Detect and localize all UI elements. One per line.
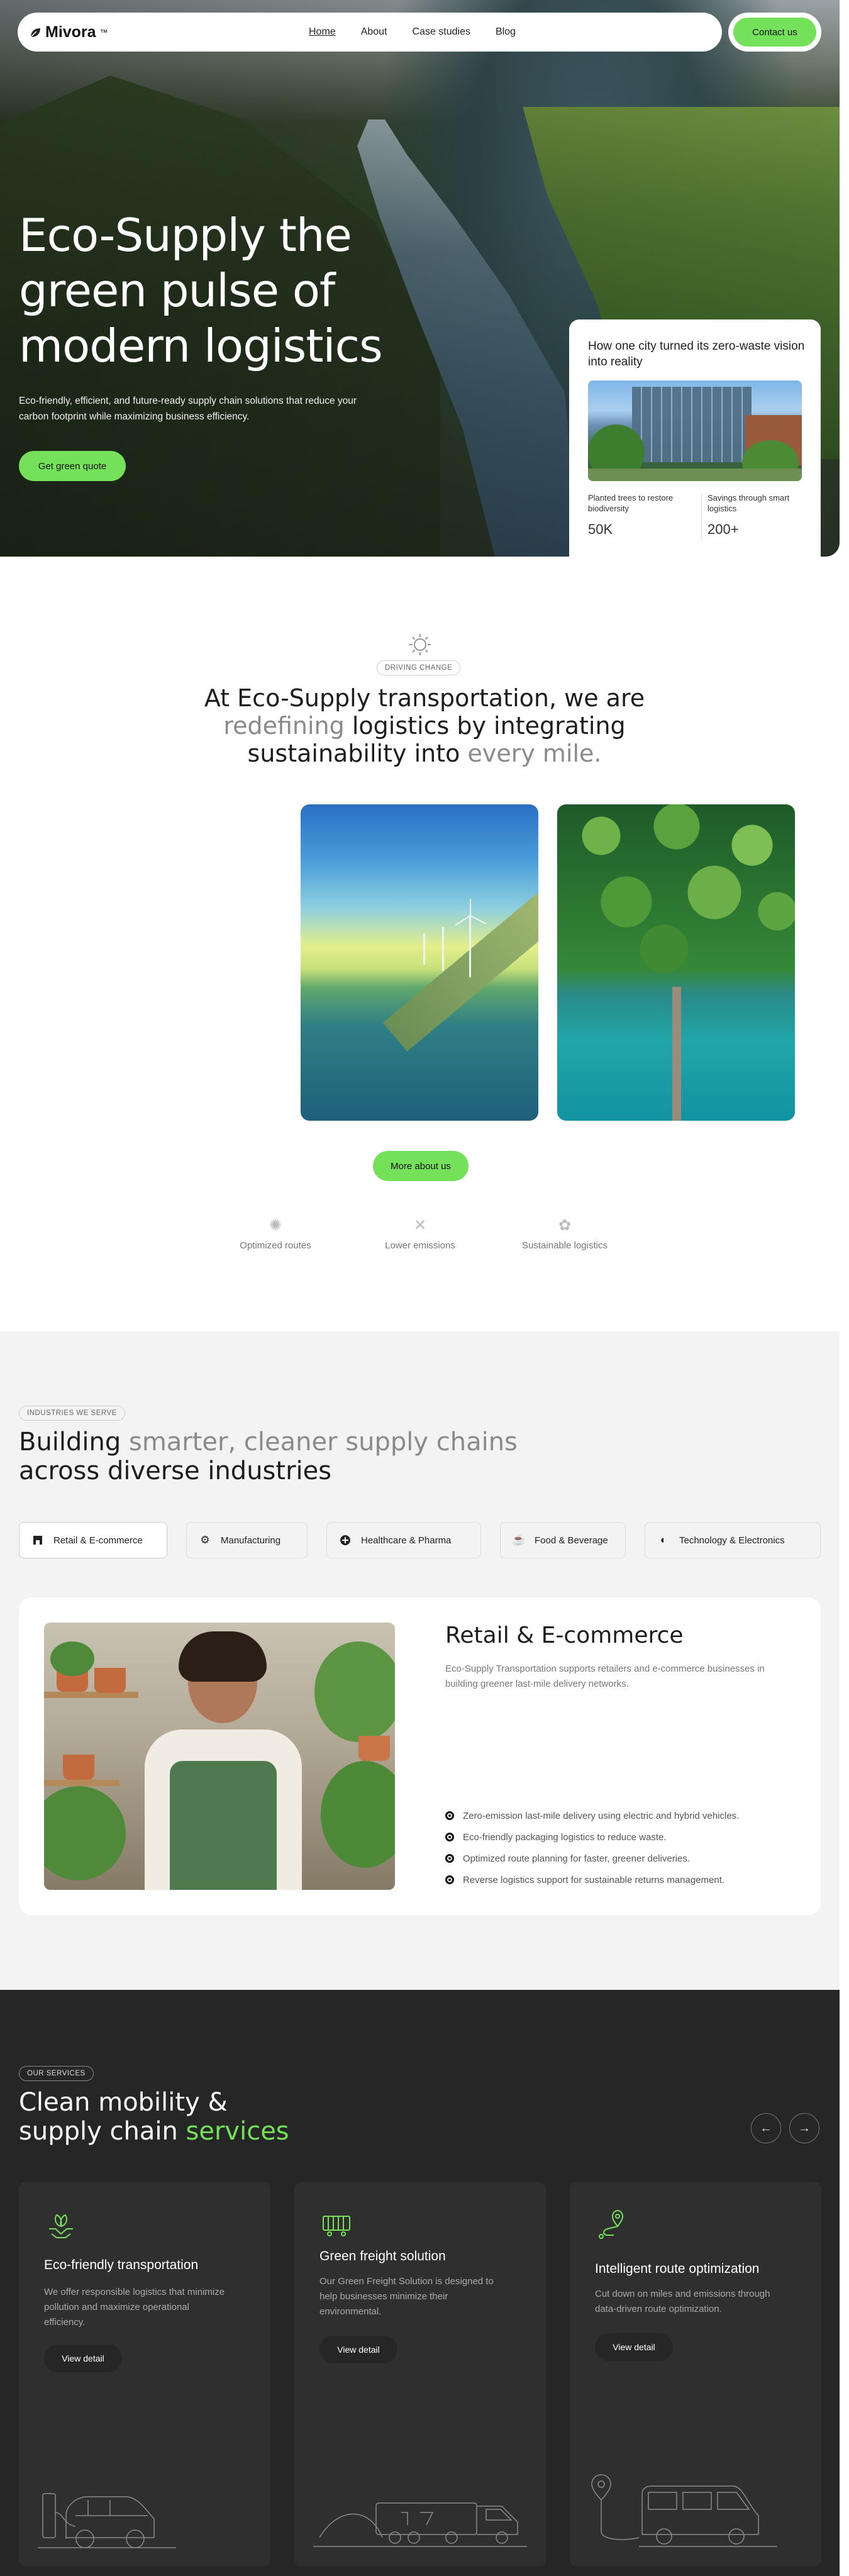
feature-sustainable-logistics: ✿ Sustainable logistics [522,1217,608,1252]
cross-arrows-icon: ✕ [413,1217,427,1234]
leaf-hands-icon [49,2214,73,2238]
more-about-us-button[interactable]: More about us [373,1151,469,1181]
hero-section: Mivora ™ Home About Case studies Blog Con… [0,0,840,557]
service-description: Our Green Freight Solution is designed t… [319,2276,494,2317]
tab-food[interactable]: ☕ Food & Beverage [500,1522,626,1558]
driving-change-pill: DRIVING CHANGE [377,660,461,675]
health-icon [338,1533,352,1547]
about-title: At Eco-Supply transportation, we are red… [204,684,645,767]
view-detail-button[interactable]: View detail [319,2336,397,2363]
chip-icon: ◐ [660,1534,667,1546]
industry-bullets: Zero-emission last-mile delivery using e… [445,1805,797,1890]
view-detail-button[interactable]: View detail [595,2333,673,2361]
services-pill: OUR SERVICES [19,2066,94,2081]
van-illustration [591,2474,777,2547]
wind-turbines-image [301,804,538,1121]
brand-logo[interactable]: Mivora ™ [29,23,108,42]
nav-link-home[interactable]: Home [309,26,336,38]
list-item: Zero-emission last-mile delivery using e… [445,1805,797,1826]
store-icon [31,1533,45,1547]
services-title: Clean mobility & supply chain services [19,2088,289,2146]
industries-title: Building smarter, cleaner supply chains … [19,1428,518,1485]
case-study-title: How one city turned its zero-waste visio… [588,340,805,369]
food-icon: ☕ [512,1534,526,1546]
industry-description: Eco-Supply Transportation supports retai… [445,1663,765,1689]
service-title: Eco-friendly transportation [44,2258,199,2272]
navbar: Mivora ™ Home About Case studies Blog [18,13,722,52]
list-item: Reverse logistics support for sustainabl… [445,1869,797,1890]
flower-icon: ✿ [558,1217,572,1234]
tab-healthcare[interactable]: Healthcare & Pharma [326,1522,481,1558]
view-detail-button[interactable]: View detail [44,2345,122,2372]
forest-lake-image [557,804,795,1121]
tab-manufacturing[interactable]: ⚙ Manufacturing [186,1522,308,1558]
list-item: Optimized route planning for faster, gre… [445,1848,797,1869]
service-card-route[interactable]: Intelligent route optimization Cut down … [570,2182,821,2566]
route-pin-icon [599,2209,624,2239]
service-description: We offer responsible logistics that mini… [44,2287,225,2328]
contact-button[interactable]: Contact us [733,18,816,47]
nav-link-case-studies[interactable]: Case studies [413,26,471,38]
case-study-card[interactable]: How one city turned its zero-waste visio… [569,319,821,557]
nav-links: Home About Case studies Blog [309,26,516,38]
cargo-container-icon [323,2216,350,2236]
industry-detail-card: Retail & E-commerce Eco-Supply Transport… [19,1597,821,1915]
feature-optimized-routes: ✺ Optimized routes [240,1217,311,1252]
gear-icon: ✺ [269,1217,282,1234]
leaf-icon [30,28,40,38]
list-item: Eco-friendly packaging logistics to redu… [445,1826,797,1848]
brand-name: Mivora [45,23,96,41]
prev-arrow-button[interactable]: ← [751,2113,781,2143]
nav-link-blog[interactable]: Blog [496,26,516,38]
service-description: Cut down on miles and emissions through … [595,2289,770,2314]
service-title: Intelligent route optimization [595,2262,760,2276]
industries-pill: INDUSTRIES WE SERVE [19,1406,125,1421]
service-card-transport[interactable]: Eco-friendly transportation We offer res… [19,2182,270,2566]
industry-title: Retail & E-commerce [445,1623,684,1648]
hero-subtitle: Eco-friendly, efficient, and future-read… [19,396,357,422]
service-card-freight[interactable]: Green freight solution Our Green Freight… [294,2182,546,2566]
electric-car-illustration [38,2493,176,2548]
nav-link-about[interactable]: About [361,26,387,38]
service-title: Green freight solution [319,2249,446,2263]
tab-retail[interactable]: Retail & E-commerce [19,1522,167,1558]
retail-worker-image [44,1623,395,1890]
tab-technology[interactable]: ◐ Technology & Electronics [645,1522,821,1558]
stat-trees: Planted trees to restore biodiversity 50… [588,493,674,537]
hero-title: Eco-Supply the green pulse of modern log… [19,209,383,372]
case-study-image [588,380,802,481]
sun-gear-icon [409,634,431,655]
get-quote-button[interactable]: Get green quote [19,451,126,481]
next-arrow-button[interactable]: → [789,2113,819,2143]
stat-savings: Savings through smart logistics 200+ [708,493,790,537]
feature-lower-emissions: ✕ Lower emissions [385,1217,455,1252]
truck-illustration [313,2502,527,2547]
factory-icon: ⚙ [200,1534,210,1546]
